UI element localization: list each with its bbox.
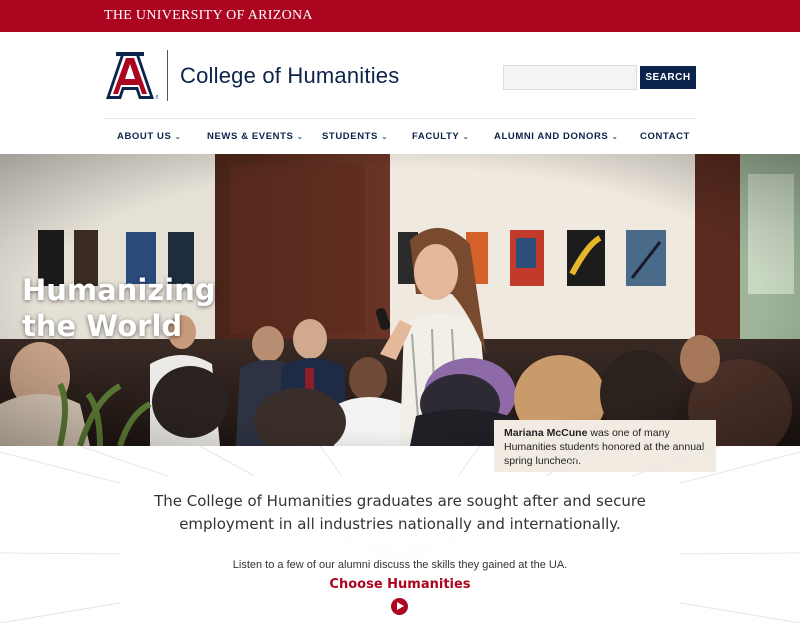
- chevron-down-icon: ⌄: [611, 132, 619, 141]
- lead-line1: The College of Humanities graduates are …: [154, 492, 646, 510]
- nav-students[interactable]: STUDENTS ⌄: [322, 131, 388, 142]
- lead-text: The College of Humanities graduates are …: [0, 490, 800, 536]
- search-input[interactable]: [503, 65, 637, 90]
- nav-alumni-donors[interactable]: ALUMNI AND DONORS ⌄: [494, 131, 619, 142]
- main-nav: ABOUT US ⌄ NEWS & EVENTS ⌄ STUDENTS ⌄ FACUL…: [104, 118, 696, 154]
- site-header: ® College of Humanities SEARCH: [0, 32, 800, 122]
- nav-label: ALUMNI AND DONORS: [494, 131, 609, 142]
- caption-name: Mariana McCune: [504, 427, 588, 439]
- hero-headline: Humanizing the World: [22, 272, 216, 344]
- block-a-logo[interactable]: ®: [102, 50, 158, 100]
- play-circle-icon[interactable]: [391, 598, 408, 615]
- alumni-subtext: Listen to a few of our alumni discuss th…: [232, 559, 568, 571]
- university-bar: THE UNIVERSITY OF ARIZONA: [0, 0, 800, 32]
- nav-label: CONTACT: [640, 131, 690, 142]
- chevron-down-icon: ⌄: [296, 132, 304, 141]
- lead-line2: employment in all industries nationally …: [179, 515, 621, 533]
- svg-text:®: ®: [155, 94, 158, 100]
- nav-label: ABOUT US: [117, 131, 172, 142]
- nav-faculty[interactable]: FACULTY ⌄: [412, 131, 470, 142]
- choose-humanities-link[interactable]: Choose Humanities: [0, 577, 800, 592]
- nav-about-us[interactable]: ABOUT US ⌄: [117, 131, 182, 142]
- chevron-down-icon: ⌄: [462, 132, 470, 141]
- chevron-down-icon: ⌄: [381, 132, 389, 141]
- nav-contact[interactable]: CONTACT: [640, 131, 690, 142]
- search-button[interactable]: SEARCH: [640, 66, 696, 89]
- nav-label: NEWS & EVENTS: [207, 131, 294, 142]
- nav-label: STUDENTS: [322, 131, 378, 142]
- college-name[interactable]: College of Humanities: [180, 63, 399, 89]
- nav-news-events[interactable]: NEWS & EVENTS ⌄: [207, 131, 304, 142]
- hero-headline-line1: Humanizing: [22, 273, 216, 307]
- hero-headline-line2: the World: [22, 309, 183, 343]
- chevron-down-icon: ⌄: [174, 132, 182, 141]
- hero-banner: Humanizing the World: [0, 154, 800, 446]
- logo-divider: [167, 50, 168, 101]
- university-link[interactable]: THE UNIVERSITY OF ARIZONA: [104, 8, 313, 24]
- nav-label: FACULTY: [412, 131, 460, 142]
